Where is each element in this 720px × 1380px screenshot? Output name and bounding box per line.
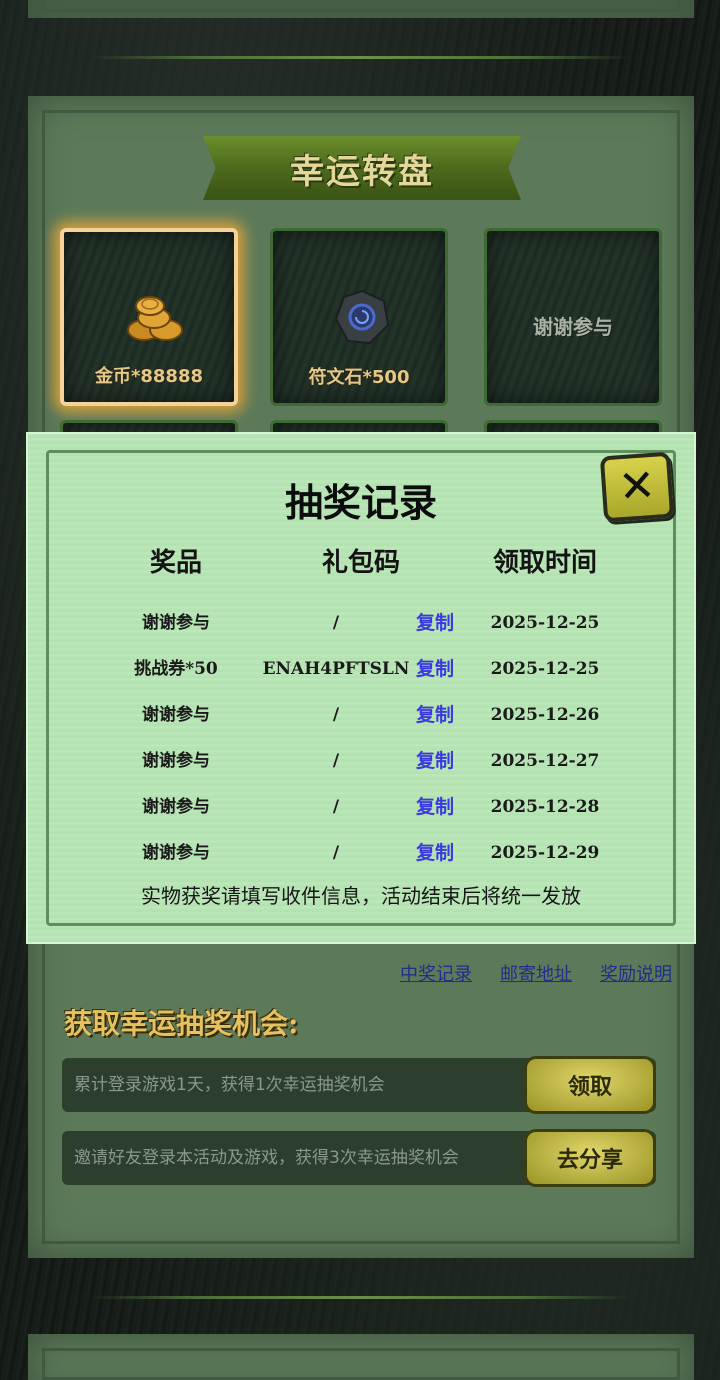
record-prize: 谢谢参与 [142, 797, 210, 817]
previous-section-panel [28, 0, 694, 18]
record-code: / [332, 843, 340, 863]
rune-stone-icon [334, 289, 390, 345]
header-code: 礼包码 [321, 548, 400, 578]
record-prize: 谢谢参与 [142, 705, 210, 725]
record-prize: 挑战券*50 [134, 659, 218, 679]
prize-label: 金币*88888 [94, 366, 204, 387]
task-row-invite: 邀请好友登录本活动及游戏，获得3次幸运抽奖机会 去分享 [62, 1129, 656, 1187]
copy-button[interactable]: 复制 [405, 608, 465, 638]
wheel-title: 幸运转盘 [290, 151, 434, 192]
record-code: ENAH4PFTSLN [262, 659, 410, 679]
record-date: 2025-12-26 [490, 705, 600, 725]
modal-note: 实物获奖请填写收件信息，活动结束后将统一发放 [141, 884, 581, 908]
next-section-panel [28, 1334, 694, 1380]
draw-records-modal: 抽奖记录 ✕ 奖品 礼包码 领取时间 谢谢参与 / 复制 2025-12-25 … [28, 434, 694, 942]
record-code: / [332, 705, 340, 725]
record-date: 2025-12-27 [490, 751, 600, 771]
record-prize: 谢谢参与 [142, 751, 210, 771]
prize-label: 谢谢参与 [533, 315, 613, 339]
record-date: 2025-12-25 [490, 659, 600, 679]
copy-button[interactable]: 复制 [405, 838, 465, 868]
section-divider [90, 56, 630, 59]
record-code: / [332, 751, 340, 771]
footer-links: 中奖记录 邮寄地址 奖励说明 [400, 960, 672, 986]
header-time: 领取时间 [492, 548, 597, 578]
record-prize: 谢谢参与 [142, 613, 210, 633]
record-row: 谢谢参与 / 复制 2025-12-28 [28, 792, 694, 822]
claim-button[interactable]: 领取 [524, 1056, 656, 1114]
copy-button[interactable]: 复制 [405, 792, 465, 822]
record-date: 2025-12-25 [490, 613, 600, 633]
share-button[interactable]: 去分享 [524, 1129, 656, 1187]
prize-tile-gold: 金币*88888 [60, 228, 238, 406]
rules-link[interactable]: 奖励说明 [600, 960, 672, 986]
prize-label: 符文石*500 [308, 367, 410, 388]
copy-button[interactable]: 复制 [405, 654, 465, 684]
record-row: 谢谢参与 / 复制 2025-12-27 [28, 746, 694, 776]
record-date: 2025-12-29 [490, 843, 600, 863]
copy-button[interactable]: 复制 [405, 700, 465, 730]
chance-section-title: 获取幸运抽奖机会: [64, 1007, 299, 1040]
record-code: / [332, 613, 340, 633]
task-description: 邀请好友登录本活动及游戏，获得3次幸运抽奖机会 [74, 1148, 459, 1168]
record-code: / [332, 797, 340, 817]
record-row: 谢谢参与 / 复制 2025-12-25 [28, 608, 694, 638]
prize-tile-rune: 符文石*500 [270, 228, 448, 406]
modal-title: 抽奖记录 [284, 481, 437, 525]
record-row: 谢谢参与 / 复制 2025-12-26 [28, 700, 694, 730]
task-description: 累计登录游戏1天，获得1次幸运抽奖机会 [74, 1075, 385, 1095]
close-button[interactable]: ✕ [599, 451, 675, 523]
wheel-title-banner: 幸运转盘 [203, 136, 521, 200]
records-link[interactable]: 中奖记录 [400, 960, 472, 986]
record-prize: 谢谢参与 [142, 843, 210, 863]
address-link[interactable]: 邮寄地址 [500, 960, 572, 986]
record-row: 谢谢参与 / 复制 2025-12-29 [28, 838, 694, 868]
record-date: 2025-12-28 [490, 797, 600, 817]
record-row: 挑战券*50 ENAH4PFTSLN 复制 2025-12-25 [28, 654, 694, 684]
prize-tile-thanks: 谢谢参与 [484, 228, 662, 406]
task-row-login: 累计登录游戏1天，获得1次幸运抽奖机会 领取 [62, 1056, 656, 1114]
close-icon: ✕ [616, 459, 658, 514]
header-prize: 奖品 [149, 548, 202, 578]
copy-button[interactable]: 复制 [405, 746, 465, 776]
section-divider [90, 1296, 630, 1299]
gold-coins-icon [127, 296, 183, 341]
